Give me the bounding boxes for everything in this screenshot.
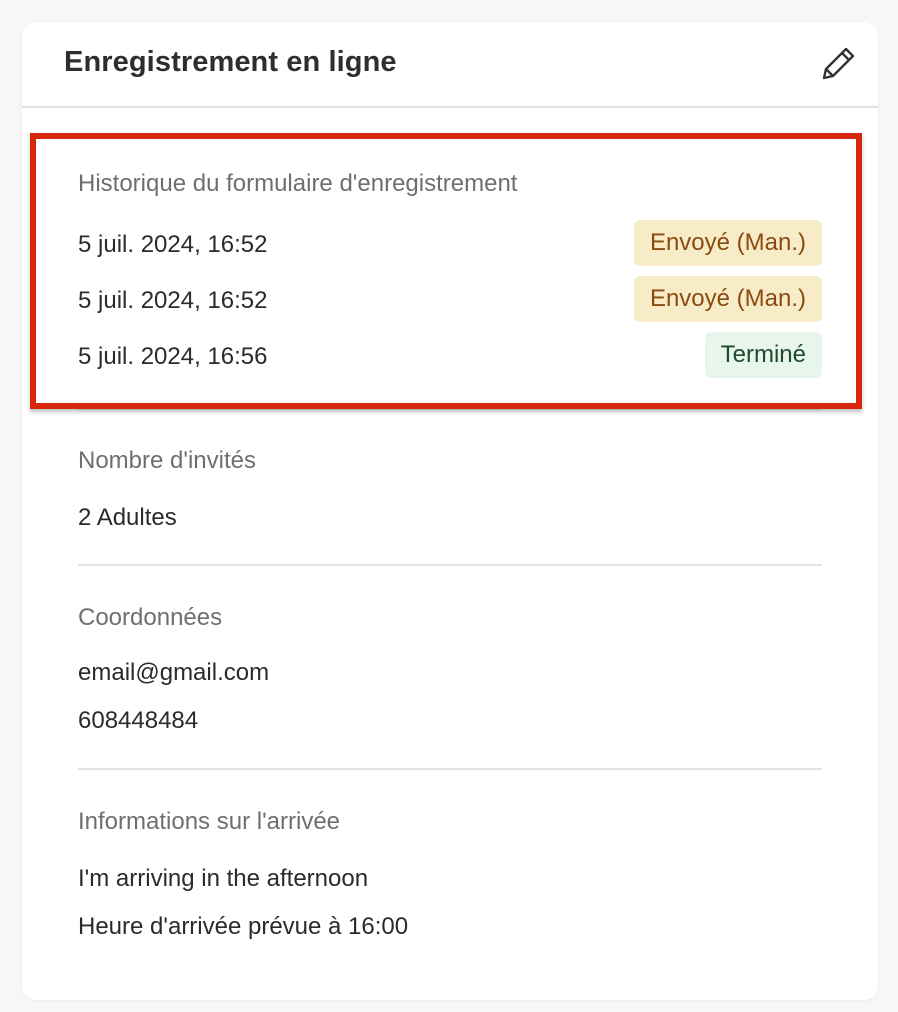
- status-badge: Terminé: [704, 332, 822, 378]
- arrival-note: I'm arriving in the afternoon: [78, 865, 369, 892]
- section-divider: [78, 768, 822, 770]
- history-entry-date: 5 juil. 2024, 16:56: [78, 343, 268, 370]
- arrival-expected-time: Heure d'arrivée prévue à 16:00: [78, 913, 409, 940]
- status-badge: Envoyé (Man.): [633, 276, 822, 322]
- online-checkin-card: Enregistrement en ligne Historique du fo…: [22, 22, 878, 1000]
- contact-email: email@gmail.com: [78, 659, 270, 686]
- card-header: Enregistrement en ligne: [22, 22, 878, 108]
- history-label: Historique du formulaire d'enregistremen…: [78, 170, 518, 197]
- history-entry-date: 5 juil. 2024, 16:52: [78, 231, 268, 258]
- contact-phone: 608448484: [78, 707, 199, 734]
- status-badge: Envoyé (Man.): [633, 220, 822, 266]
- section-divider: [78, 564, 822, 566]
- pencil-icon: [822, 47, 855, 80]
- guests-label: Nombre d'invités: [78, 447, 256, 474]
- guests-value: 2 Adultes: [78, 504, 177, 531]
- contact-label: Coordonnées: [78, 604, 223, 631]
- edit-button[interactable]: [814, 40, 862, 88]
- section-divider: [78, 408, 822, 410]
- history-entry-date: 5 juil. 2024, 16:52: [78, 287, 268, 314]
- card-title: Enregistrement en ligne: [64, 46, 397, 78]
- arrival-label: Informations sur l'arrivée: [78, 808, 341, 835]
